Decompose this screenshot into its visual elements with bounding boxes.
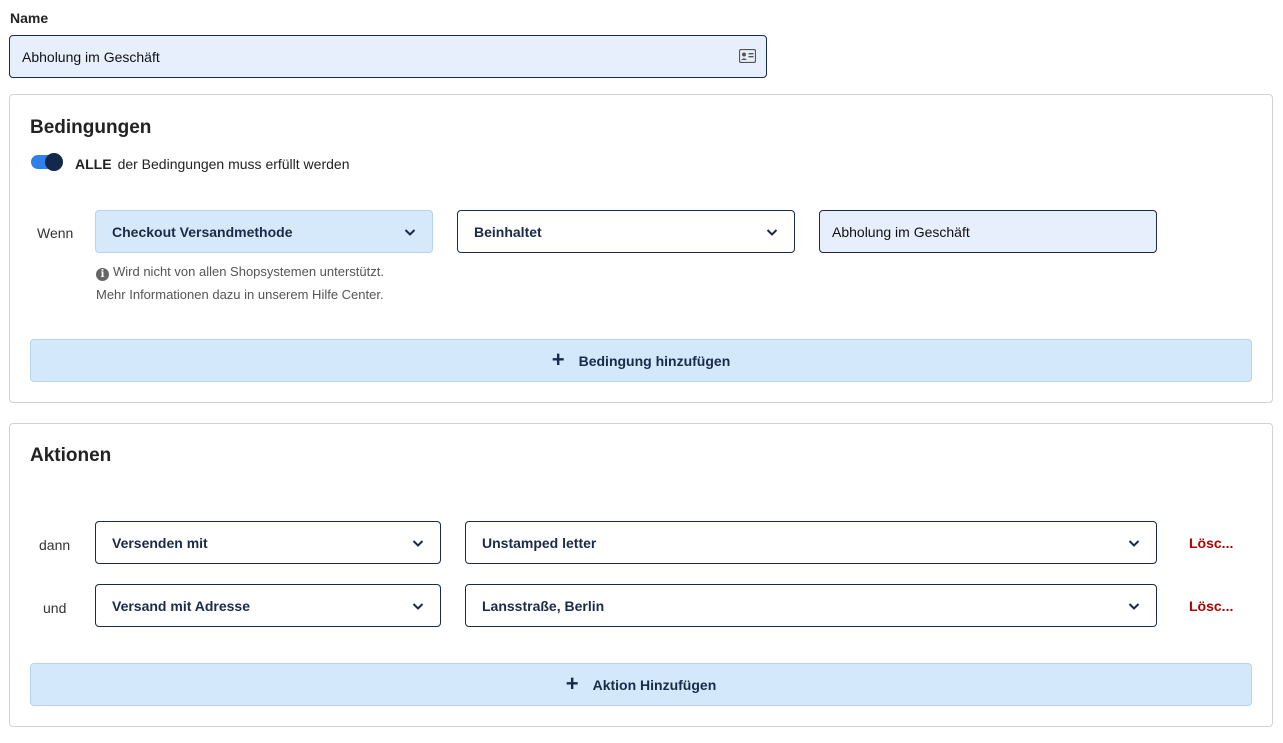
condition-value-text: Abholung im Geschäft <box>832 223 970 240</box>
delete-action-button[interactable]: Lösc... <box>1189 535 1233 551</box>
add-action-button[interactable]: + Aktion Hinzufügen <box>30 663 1252 706</box>
add-condition-label: Bedingung hinzufügen <box>578 352 731 369</box>
add-action-label: Aktion Hinzufügen <box>592 676 717 693</box>
name-label: Name <box>10 10 49 26</box>
chevron-down-icon <box>412 603 424 610</box>
action-type-value: Versand mit Adresse <box>112 597 250 614</box>
action-row-label: dann <box>39 537 71 553</box>
action-value-text: Lansstraße, Berlin <box>482 597 605 614</box>
actions-title: Aktionen <box>30 445 112 466</box>
condition-hint: i Wird nicht von allen Shopsystemen unter… <box>96 260 384 306</box>
chevron-down-icon <box>412 540 424 547</box>
hint-line-1: Wird nicht von allen Shopsystemen unters… <box>113 264 384 279</box>
action-row-label: und <box>43 600 67 616</box>
actions-panel: Aktionen dann Versenden mit Unstamped le… <box>9 423 1273 727</box>
toggle-strong-text: ALLE <box>75 156 112 172</box>
action-type-select[interactable]: Versand mit Adresse <box>95 584 441 627</box>
condition-field-select[interactable]: Checkout Versandmethode <box>95 210 433 253</box>
toggle-text: der Bedingungen muss erfüllt werden <box>117 156 350 172</box>
plus-icon: + <box>551 346 565 372</box>
contact-card-icon <box>739 49 756 63</box>
action-value-select[interactable]: Unstamped letter <box>465 521 1157 564</box>
condition-field-value: Checkout Versandmethode <box>112 223 293 240</box>
toggle-description: ALLE der Bedingungen muss erfüllt werden <box>75 156 349 172</box>
info-icon: i <box>96 268 109 281</box>
hint-line-2: Mehr Informationen dazu in unserem Hilfe… <box>96 287 384 302</box>
action-type-select[interactable]: Versenden mit <box>95 521 441 564</box>
chevron-down-icon <box>766 229 778 236</box>
name-input-value: Abholung im Geschäft <box>22 48 160 65</box>
action-value-select[interactable]: Lansstraße, Berlin <box>465 584 1157 627</box>
condition-row-label: Wenn <box>37 225 74 241</box>
condition-operator-value: Beinhaltet <box>474 223 542 240</box>
plus-icon: + <box>565 670 579 696</box>
name-input[interactable]: Abholung im Geschäft <box>9 35 767 78</box>
condition-operator-select[interactable]: Beinhaltet <box>457 210 795 253</box>
toggle-knob <box>45 153 63 171</box>
chevron-down-icon <box>1128 603 1140 610</box>
action-type-value: Versenden mit <box>112 534 208 551</box>
all-conditions-toggle[interactable] <box>31 153 63 171</box>
conditions-panel: Bedingungen ALLE der Bedingungen muss erf… <box>9 94 1273 403</box>
condition-value-input[interactable]: Abholung im Geschäft <box>819 210 1157 253</box>
chevron-down-icon <box>1128 540 1140 547</box>
chevron-down-icon <box>404 229 416 236</box>
action-value-text: Unstamped letter <box>482 534 597 551</box>
delete-action-button[interactable]: Lösc... <box>1189 598 1233 614</box>
add-condition-button[interactable]: + Bedingung hinzufügen <box>30 339 1252 382</box>
conditions-title: Bedingungen <box>30 117 152 138</box>
